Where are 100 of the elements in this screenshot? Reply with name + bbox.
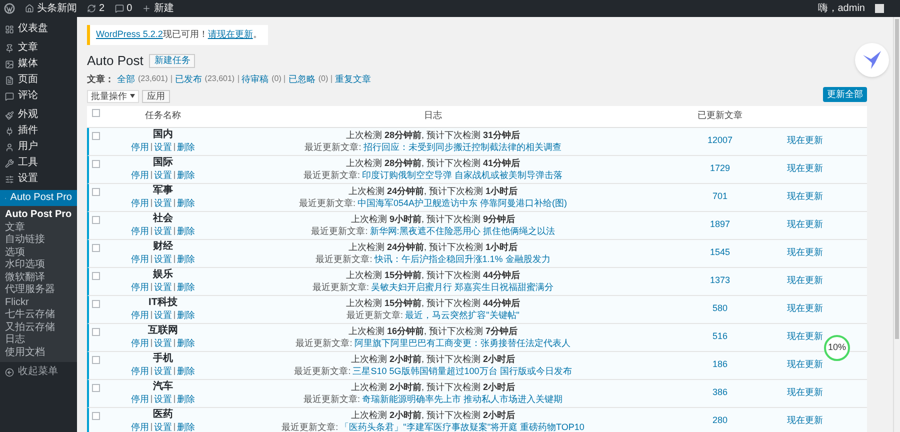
row-action-link[interactable]: 设置 <box>154 253 172 265</box>
row-action-link[interactable]: 删除 <box>177 421 195 432</box>
sidebar-item[interactable]: 插件 <box>0 123 77 139</box>
sidebar-item[interactable]: 设置 <box>0 171 77 187</box>
article-link[interactable]: 招行回应：未受到同步搬迁控制截法律的相关调查 <box>363 141 562 153</box>
row-action-link[interactable]: 删除 <box>177 141 195 153</box>
article-link[interactable]: 吴敏夫妇开启蜜月行 郑嘉宾生日祝福甜蜜满分 <box>371 281 554 293</box>
article-link[interactable]: 印度订购俄制空空导弹 自家战机或被美制导弹击落 <box>362 169 563 181</box>
sidebar-item[interactable]: Auto Post Pro <box>0 190 77 206</box>
row-action-link[interactable]: 停用 <box>131 169 149 181</box>
row-checkbox[interactable] <box>92 216 100 224</box>
submenu-item[interactable]: 代理服务器 <box>0 284 77 296</box>
row-checkbox[interactable] <box>92 244 100 252</box>
new-link[interactable]: 新建 <box>154 4 174 14</box>
row-action-link[interactable]: 停用 <box>131 253 149 265</box>
row-action-link[interactable]: 设置 <box>154 197 172 209</box>
submenu-item[interactable]: 日志 <box>0 334 77 346</box>
sidebar-item[interactable]: 工具 <box>0 155 77 171</box>
row-action-link[interactable]: 设置 <box>154 169 172 181</box>
article-link[interactable]: 阿里旗下阿里巴巴有工商变更：张勇接替任法定代表人 <box>354 337 570 349</box>
apply-button[interactable]: 应用 <box>142 90 170 102</box>
row-action-link[interactable]: 设置 <box>154 421 172 432</box>
comment-icon[interactable] <box>114 4 124 13</box>
row-action-link[interactable]: 删除 <box>177 309 195 321</box>
bird-logo-icon[interactable] <box>855 43 889 77</box>
row-action-link[interactable]: 停用 <box>131 309 149 321</box>
greeting-link[interactable]: 嗨，admin <box>818 4 865 14</box>
update-all-button[interactable]: 更新全部 <box>823 86 867 102</box>
article-link[interactable]: 新华网:黑夜遮不住险恶用心 抓住他俩绳之以法 <box>370 225 555 237</box>
row-action-link[interactable]: 设置 <box>154 225 172 237</box>
sidebar-item[interactable]: 媒体 <box>0 56 77 72</box>
submenu-item[interactable]: 微软翻译 <box>0 272 77 284</box>
row-action-link[interactable]: 设置 <box>154 141 172 153</box>
update-now-link[interactable]: 请现在更新 <box>208 28 253 42</box>
row-checkbox[interactable] <box>92 160 100 168</box>
row-checkbox[interactable] <box>92 132 100 140</box>
row-action-link[interactable]: 删除 <box>177 225 195 237</box>
filter-link[interactable]: 全部 <box>117 74 135 84</box>
row-action-link[interactable]: 停用 <box>131 141 149 153</box>
row-action-link[interactable]: 设置 <box>154 281 172 293</box>
row-action-link[interactable]: 删除 <box>177 169 195 181</box>
update-now-link[interactable]: 现在更新 <box>787 218 823 232</box>
submenu-item[interactable]: 使用文档 <box>0 346 77 359</box>
article-link[interactable]: 奇瑞新能源明确率先上市 推动私人市场进入关键期 <box>362 393 563 405</box>
row-action-link[interactable]: 删除 <box>177 253 195 265</box>
row-action-link[interactable]: 停用 <box>131 337 149 349</box>
article-link[interactable]: 快讯：午后沪指企稳回升涨1.1% 金融股发力 <box>374 253 550 265</box>
comments-count[interactable]: 0 <box>126 4 132 14</box>
article-link[interactable]: 最近，马云突然扩容"关键帖" <box>405 309 520 321</box>
row-action-link[interactable]: 设置 <box>154 337 172 349</box>
update-now-link[interactable]: 现在更新 <box>787 162 823 176</box>
submenu-item[interactable]: Auto Post Pro <box>0 209 77 222</box>
plus-icon[interactable] <box>142 4 152 13</box>
site-name-link[interactable]: 头条新闻 <box>37 4 77 14</box>
update-now-link[interactable]: 现在更新 <box>787 358 823 372</box>
sidebar-item[interactable]: 文章 <box>0 40 77 56</box>
row-checkbox[interactable] <box>92 412 100 420</box>
row-action-link[interactable]: 删除 <box>177 281 195 293</box>
updates-count[interactable]: 2 <box>99 4 105 14</box>
row-action-link[interactable]: 删除 <box>177 393 195 405</box>
row-checkbox[interactable] <box>92 300 100 308</box>
submenu-item[interactable]: 水印选项 <box>0 259 77 272</box>
filter-link[interactable]: 待审稿 <box>242 74 269 84</box>
submenu-item[interactable]: 自动链接 <box>0 234 77 246</box>
avatar-icon[interactable] <box>875 4 884 13</box>
article-link[interactable]: 三星S10 5G版韩国销量超过100万台 国行版或今日发布 <box>352 365 572 377</box>
article-link[interactable]: 「医药头条君」"李建军医疗事故疑案"将开庭 重磅药物TOP10 <box>340 421 584 432</box>
submenu-item[interactable]: 选项 <box>0 246 77 259</box>
row-action-link[interactable]: 停用 <box>131 421 149 432</box>
row-action-link[interactable]: 停用 <box>131 365 149 377</box>
row-action-link[interactable]: 设置 <box>154 365 172 377</box>
row-action-link[interactable]: 删除 <box>177 197 195 209</box>
submenu-item[interactable]: 文章 <box>0 222 77 234</box>
wordpress-logo-icon[interactable] <box>4 3 15 14</box>
row-action-link[interactable]: 删除 <box>177 365 195 377</box>
submenu-item[interactable]: Flickr <box>0 296 77 309</box>
row-checkbox[interactable] <box>92 272 100 280</box>
select-all-checkbox[interactable] <box>92 108 100 116</box>
sidebar-item[interactable]: 评论 <box>0 88 77 104</box>
update-now-link[interactable]: 现在更新 <box>787 330 823 344</box>
row-action-link[interactable]: 删除 <box>177 337 195 349</box>
row-action-link[interactable]: 设置 <box>154 309 172 321</box>
row-action-link[interactable]: 停用 <box>131 281 149 293</box>
update-now-link[interactable]: 现在更新 <box>787 134 823 148</box>
home-icon[interactable] <box>25 4 34 13</box>
filter-link[interactable]: 重复文章 <box>335 74 372 84</box>
bulk-actions-dropdown[interactable]: 批量操作 <box>87 90 139 102</box>
sidebar-item[interactable]: 页面 <box>0 72 77 88</box>
row-checkbox[interactable] <box>92 384 100 392</box>
row-action-link[interactable]: 停用 <box>131 393 149 405</box>
update-now-link[interactable]: 现在更新 <box>787 246 823 260</box>
update-now-link[interactable]: 现在更新 <box>787 386 823 400</box>
row-checkbox[interactable] <box>92 356 100 364</box>
add-task-button[interactable]: 新建任务 <box>149 54 196 68</box>
filter-link[interactable]: 已忽略 <box>288 74 316 84</box>
sidebar-item[interactable]: 仪表盘 <box>0 21 77 37</box>
update-now-link[interactable]: 现在更新 <box>787 190 823 204</box>
article-link[interactable]: 中国海军054A护卫舰造访中东 停靠阿曼港口补给(图) <box>358 197 568 209</box>
sidebar-item[interactable]: 外观 <box>0 107 77 123</box>
update-now-link[interactable]: 现在更新 <box>787 302 823 316</box>
